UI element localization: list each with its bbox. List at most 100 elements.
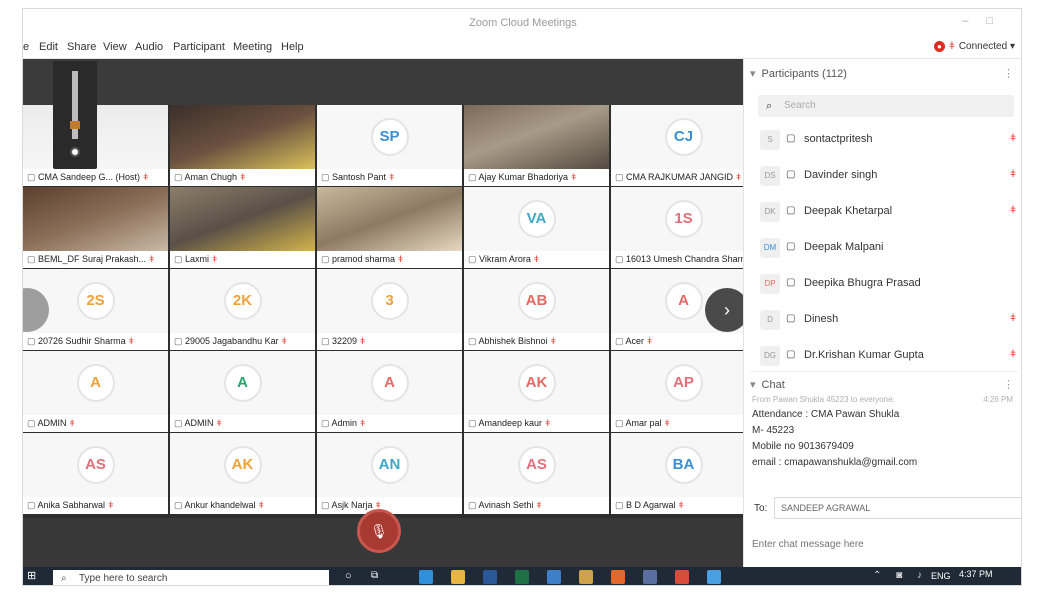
participant-tile[interactable]: CJ ▢ CMA RAJKUMAR JANGID ǂ bbox=[611, 105, 756, 186]
chat-to-label: To: bbox=[754, 503, 768, 514]
participants-header[interactable]: ▾ Participants (112) ⋮ bbox=[750, 67, 1018, 80]
participant-search-input[interactable]: ⌕ Search bbox=[758, 95, 1014, 117]
participant-name-label: ▢ Ajay Kumar Bhadoriya ǂ bbox=[464, 169, 609, 186]
store-icon[interactable] bbox=[547, 570, 561, 584]
participant-tile[interactable]: A ▢ Admin ǂ bbox=[317, 351, 462, 432]
mic-muted-icon: ǂ bbox=[664, 418, 670, 428]
edge-browser-icon[interactable] bbox=[419, 570, 433, 584]
excel-icon[interactable] bbox=[515, 570, 529, 584]
chat-recipient-select[interactable]: SANDEEP AGRAWAL ⌄ bbox=[774, 497, 1021, 519]
cortana-icon[interactable]: ○ bbox=[345, 570, 359, 584]
participants-title: Participants (112) bbox=[761, 68, 847, 80]
participant-tile[interactable]: 1S ▢ 16013 Umesh Chandra Sharmaǂ bbox=[611, 187, 756, 268]
more-options-icon[interactable]: ⋮ bbox=[1003, 67, 1014, 80]
word-icon[interactable] bbox=[483, 570, 497, 584]
participant-name-label: ▢ 16013 Umesh Chandra Sharmaǂ bbox=[611, 251, 756, 268]
app-icon[interactable] bbox=[643, 570, 657, 584]
firefox-icon[interactable] bbox=[611, 570, 625, 584]
participant-tile[interactable]: ▢ Laxmi ǂ bbox=[170, 187, 315, 268]
participant-name-label: ▢ pramod sharma ǂ bbox=[317, 251, 462, 268]
mic-muted-icon: ǂ bbox=[69, 418, 75, 428]
menu-item-share[interactable]: Share bbox=[67, 41, 96, 53]
clock[interactable]: 4:37 PM bbox=[959, 569, 993, 579]
chrome-icon[interactable] bbox=[675, 570, 689, 584]
menu-item-audio[interactable]: Audio bbox=[135, 41, 163, 53]
participant-avatar: SP bbox=[370, 118, 409, 156]
taskbar-search-box[interactable]: ⌕ Type here to search bbox=[53, 570, 329, 585]
participant-row[interactable]: D ▢ Dinesh ǂ bbox=[756, 303, 1021, 339]
record-icon: ● bbox=[933, 41, 945, 52]
participant-row[interactable]: DG ▢ Dr.Krishan Kumar Gupta ǂ bbox=[756, 339, 1021, 375]
menu-item-edit[interactable]: Edit bbox=[39, 41, 58, 53]
participant-name-label: ▢ Acer ǂ bbox=[611, 333, 756, 350]
participant-tile[interactable]: BA ▢ B D Agarwal ǂ bbox=[611, 433, 756, 514]
participant-row[interactable]: DK ▢ Deepak Khetarpal ǂ bbox=[756, 195, 1021, 231]
chevron-down-icon: ▾ bbox=[750, 68, 756, 80]
menu-item-participant[interactable]: Participant bbox=[173, 41, 225, 53]
participant-tile[interactable]: AS ▢ Avinash Sethi ǂ bbox=[464, 433, 609, 514]
menu-item-file[interactable]: e bbox=[23, 41, 29, 53]
participant-name: Anika Sabharwal bbox=[37, 500, 106, 510]
chat-message-input[interactable] bbox=[752, 529, 1012, 559]
file-explorer-icon[interactable] bbox=[451, 570, 465, 584]
participant-row[interactable]: DP ▢ Deepika Bhugra Prasad bbox=[756, 267, 1021, 303]
more-options-icon[interactable]: ⋮ bbox=[1003, 378, 1014, 391]
mic-muted-icon[interactable]: ǂ bbox=[1010, 349, 1016, 360]
participant-list-avatar: DS bbox=[760, 166, 780, 186]
maximize-icon[interactable]: □ bbox=[986, 15, 1011, 27]
participant-name: Santosh Pant bbox=[332, 172, 387, 182]
participant-tile[interactable]: AS ▢ Anika Sabharwal ǂ bbox=[23, 433, 168, 514]
participant-video bbox=[464, 105, 609, 169]
mic-muted-icon[interactable]: ǂ bbox=[1010, 205, 1016, 216]
participant-row[interactable]: S ▢ sontactpritesh ǂ bbox=[756, 123, 1021, 159]
system-tray-icons[interactable]: ⌃ ◙ ♪ bbox=[873, 570, 928, 581]
participant-tile[interactable]: AB ▢ Abhishek Bishnoi ǂ bbox=[464, 269, 609, 350]
device-icon: ▢ bbox=[786, 277, 796, 288]
minimize-icon[interactable]: – bbox=[962, 15, 986, 27]
mic-muted-icon[interactable]: ǂ bbox=[1010, 313, 1016, 324]
participant-tile[interactable]: SP ▢ Santosh Pant ǂ bbox=[317, 105, 462, 186]
mic-muted-icon[interactable]: ǂ bbox=[1010, 169, 1016, 180]
chevron-down-icon: ▾ bbox=[750, 379, 756, 391]
mic-muted-icon[interactable]: ǂ bbox=[1010, 133, 1016, 144]
menu-item-help[interactable]: Help bbox=[281, 41, 304, 53]
participant-name: Laxmi bbox=[185, 254, 210, 264]
participant-avatar: BA bbox=[664, 446, 703, 484]
participant-tile[interactable]: ▢ pramod sharma ǂ bbox=[317, 187, 462, 268]
language-indicator[interactable]: ENG bbox=[931, 571, 951, 581]
device-icon: ▢ bbox=[321, 172, 333, 182]
unmute-button[interactable]: 🎙 bbox=[357, 509, 401, 553]
participant-name-label: ▢ Avinash Sethi ǂ bbox=[464, 497, 609, 514]
volume-slider-popup[interactable] bbox=[53, 61, 97, 169]
participant-tile[interactable]: VA ▢ Vikram Arora ǂ bbox=[464, 187, 609, 268]
participant-tile[interactable]: A ▢ ADMIN ǂ bbox=[23, 351, 168, 432]
volume-slider-handle[interactable] bbox=[70, 147, 80, 157]
participant-tile[interactable]: ▢ Ajay Kumar Bhadoriya ǂ bbox=[464, 105, 609, 186]
participant-tile[interactable]: 2K ▢ 29005 Jagabandhu Kar ǂ bbox=[170, 269, 315, 350]
menu-item-meeting[interactable]: Meeting bbox=[233, 41, 272, 53]
participant-tile[interactable]: AP ▢ Amar pal ǂ bbox=[611, 351, 756, 432]
participant-row[interactable]: DM ▢ Deepak Malpani bbox=[756, 231, 1021, 267]
connection-status[interactable]: ● ǂ Connected ▾ bbox=[933, 41, 1015, 52]
bag-icon[interactable] bbox=[579, 570, 593, 584]
participant-avatar: 2K bbox=[223, 282, 262, 320]
participant-video bbox=[170, 105, 315, 169]
participant-name-label: ▢ Ankur khandelwal ǂ bbox=[170, 497, 315, 514]
participant-tile[interactable]: AK ▢ Amandeep kaur ǂ bbox=[464, 351, 609, 432]
task-view-icon[interactable]: ⧉ bbox=[371, 570, 385, 584]
windows-start-icon[interactable]: ⊞ bbox=[27, 569, 43, 585]
chat-header[interactable]: ▾ Chat ⋮ bbox=[750, 371, 1018, 391]
zoom-icon[interactable] bbox=[707, 570, 721, 584]
participant-tile[interactable]: ▢ BEML_DF Suraj Prakash... ǂ bbox=[23, 187, 168, 268]
participant-row[interactable]: DS ▢ Davinder singh ǂ bbox=[756, 159, 1021, 195]
participant-list-name: Deepak Khetarpal bbox=[804, 205, 893, 217]
mic-muted-icon: ǂ bbox=[360, 336, 366, 346]
participant-tile[interactable]: AK ▢ Ankur khandelwal ǂ bbox=[170, 433, 315, 514]
participant-video bbox=[23, 187, 168, 251]
participant-tile[interactable]: 3 ▢ 32209 ǂ bbox=[317, 269, 462, 350]
participant-tile[interactable]: AN ▢ Asjk Narja ǂ bbox=[317, 433, 462, 514]
participant-tile[interactable]: A ▢ ADMIN ǂ bbox=[170, 351, 315, 432]
menu-item-view[interactable]: View bbox=[103, 41, 127, 53]
participant-tile[interactable]: ▢ Aman Chugh ǂ bbox=[170, 105, 315, 186]
participant-name: Abhishek Bishnoi bbox=[478, 336, 548, 346]
